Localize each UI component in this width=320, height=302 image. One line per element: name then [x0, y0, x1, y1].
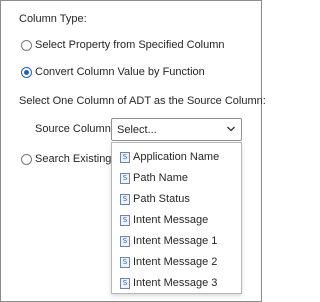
radio-search-existing[interactable]	[21, 154, 32, 165]
chevron-down-icon	[227, 126, 235, 132]
radio-convert-value-label[interactable]: Convert Column Value by Function	[35, 66, 205, 78]
radio-select-property-label[interactable]: Select Property from Specified Column	[35, 39, 225, 51]
string-type-icon: S	[120, 278, 130, 289]
radio-select-property[interactable]	[21, 40, 32, 51]
string-type-icon: S	[120, 194, 130, 205]
list-item[interactable]: S Path Name	[112, 168, 241, 189]
list-item[interactable]: S Intent Message 1	[112, 231, 241, 252]
source-prompt: Select One Column of ADT as the Source C…	[19, 95, 266, 107]
string-type-icon: S	[120, 152, 130, 163]
string-type-icon: S	[120, 236, 130, 247]
string-type-icon: S	[120, 257, 130, 268]
column-type-label: Column Type:	[19, 13, 87, 25]
list-item-label: Intent Message 1	[133, 235, 218, 247]
list-item[interactable]: S Intent Message	[112, 210, 241, 231]
list-item-label: Intent Message	[133, 214, 209, 226]
list-item[interactable]: S Application Name	[112, 147, 241, 168]
source-column-label: Source Column:	[35, 123, 114, 135]
radio-convert-value[interactable]	[21, 67, 32, 78]
list-item[interactable]: S Intent Message 3	[112, 273, 241, 294]
list-item[interactable]: S Intent Message 2	[112, 252, 241, 273]
source-column-select[interactable]: Select...	[111, 118, 242, 141]
select-value: Select...	[117, 124, 157, 136]
list-item-label: Intent Message 3	[133, 277, 218, 289]
string-type-icon: S	[120, 215, 130, 226]
column-type-panel: Column Type: Select Property from Specif…	[0, 0, 266, 302]
list-item[interactable]: S Path Status	[112, 189, 241, 210]
list-item-label: Application Name	[133, 151, 220, 163]
list-item-label: Path Name	[133, 172, 189, 184]
list-item-label: Intent Message 2	[133, 256, 218, 268]
string-type-icon: S	[120, 173, 130, 184]
list-item-label: Path Status	[133, 193, 190, 205]
source-column-dropdown: S Application Name S Path Name S Path St…	[111, 142, 242, 294]
